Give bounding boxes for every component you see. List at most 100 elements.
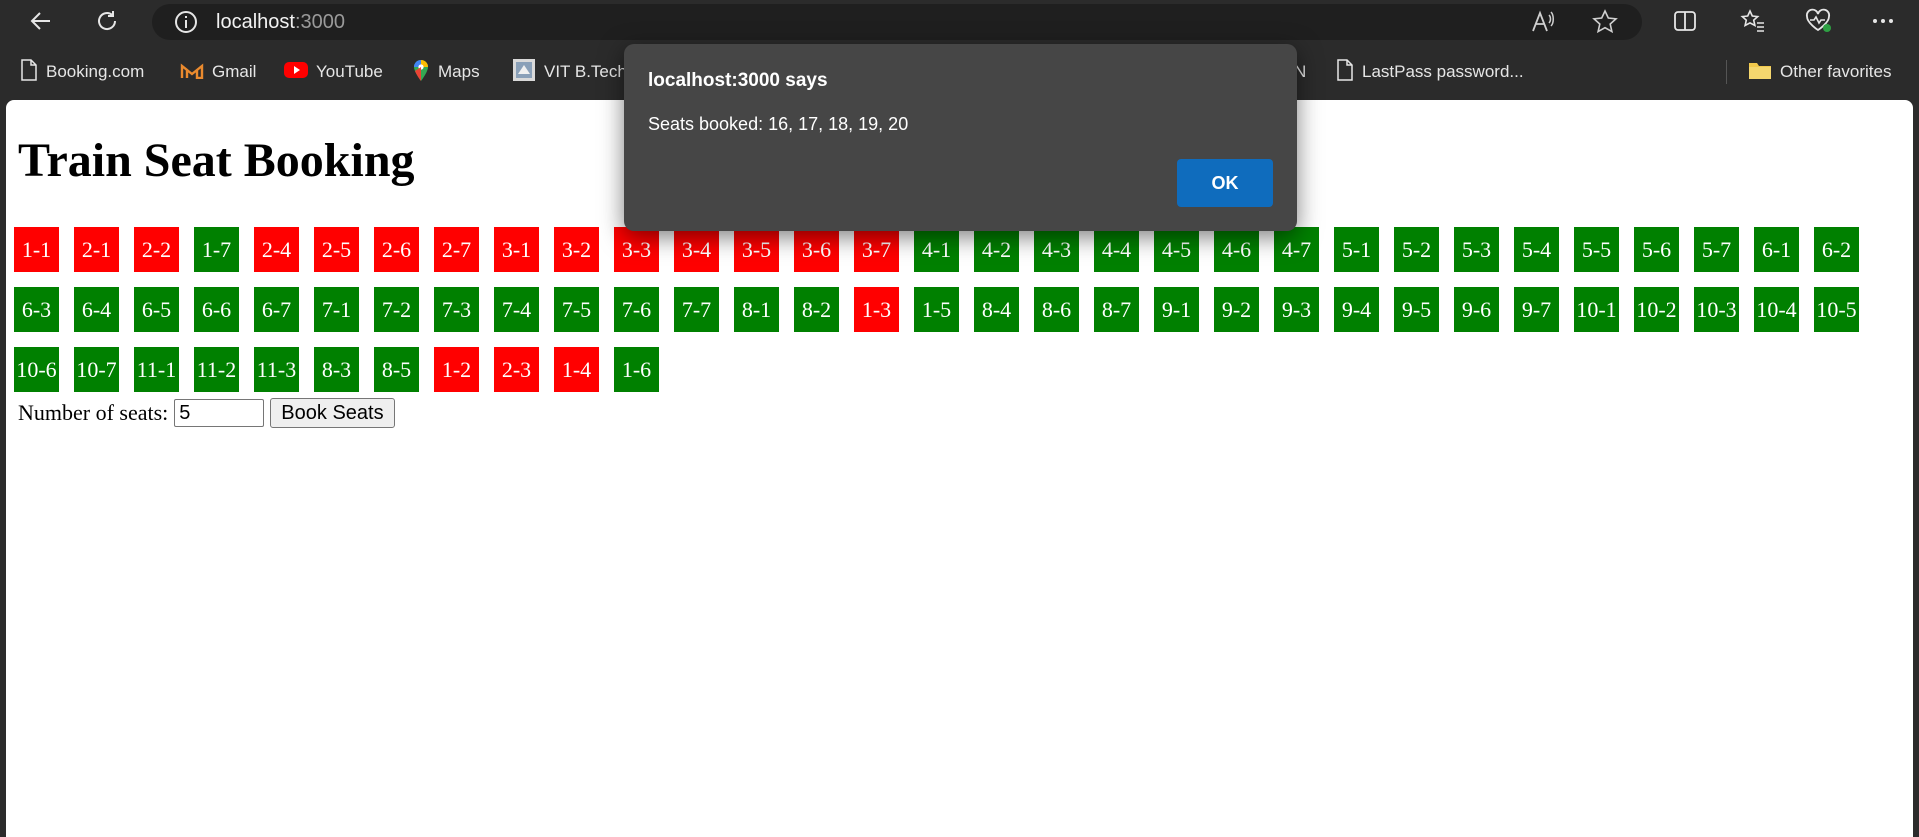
seat-8-7[interactable]: 8-7 xyxy=(1094,287,1139,332)
seat-7-2[interactable]: 7-2 xyxy=(374,287,419,332)
seat-1-5[interactable]: 1-5 xyxy=(914,287,959,332)
seat-8-4[interactable]: 8-4 xyxy=(974,287,1019,332)
seat-2-5[interactable]: 2-5 xyxy=(314,227,359,272)
dialog-message: Seats booked: 16, 17, 18, 19, 20 xyxy=(648,114,909,134)
seat-3-4[interactable]: 3-4 xyxy=(674,227,719,272)
favorite-vit[interactable]: VIT B.Tech xyxy=(512,58,627,87)
seat-5-5[interactable]: 5-5 xyxy=(1574,227,1619,272)
seat-9-5[interactable]: 9-5 xyxy=(1394,287,1439,332)
seat-9-2[interactable]: 9-2 xyxy=(1214,287,1259,332)
seat-4-7[interactable]: 4-7 xyxy=(1274,227,1319,272)
seat-8-1[interactable]: 8-1 xyxy=(734,287,779,332)
seat-10-4[interactable]: 10-4 xyxy=(1754,287,1799,332)
seat-5-2[interactable]: 5-2 xyxy=(1394,227,1439,272)
site-info-icon[interactable] xyxy=(174,10,198,34)
seat-3-2[interactable]: 3-2 xyxy=(554,227,599,272)
favorite-label: LastPass password... xyxy=(1362,62,1524,81)
seat-3-5[interactable]: 3-5 xyxy=(734,227,779,272)
seat-3-1[interactable]: 3-1 xyxy=(494,227,539,272)
seat-1-2[interactable]: 1-2 xyxy=(434,347,479,392)
seat-7-7[interactable]: 7-7 xyxy=(674,287,719,332)
seat-3-6[interactable]: 3-6 xyxy=(794,227,839,272)
seat-2-1[interactable]: 2-1 xyxy=(74,227,119,272)
seat-5-6[interactable]: 5-6 xyxy=(1634,227,1679,272)
seat-10-2[interactable]: 10-2 xyxy=(1634,287,1679,332)
seat-6-6[interactable]: 6-6 xyxy=(194,287,239,332)
seat-7-6[interactable]: 7-6 xyxy=(614,287,659,332)
dialog-ok-button[interactable]: OK xyxy=(1177,159,1273,207)
seat-4-5[interactable]: 4-5 xyxy=(1154,227,1199,272)
seat-11-1[interactable]: 11-1 xyxy=(134,347,179,392)
maps-icon xyxy=(412,58,430,87)
seat-8-2[interactable]: 8-2 xyxy=(794,287,839,332)
seat-10-7[interactable]: 10-7 xyxy=(74,347,119,392)
youtube-icon xyxy=(284,61,308,84)
seat-6-7[interactable]: 6-7 xyxy=(254,287,299,332)
seat-4-1[interactable]: 4-1 xyxy=(914,227,959,272)
seat-4-2[interactable]: 4-2 xyxy=(974,227,1019,272)
seat-2-4[interactable]: 2-4 xyxy=(254,227,299,272)
seat-1-6[interactable]: 1-6 xyxy=(614,347,659,392)
seat-5-1[interactable]: 5-1 xyxy=(1334,227,1379,272)
seat-7-3[interactable]: 7-3 xyxy=(434,287,479,332)
seat-7-4[interactable]: 7-4 xyxy=(494,287,539,332)
seat-6-5[interactable]: 6-5 xyxy=(134,287,179,332)
seat-2-3[interactable]: 2-3 xyxy=(494,347,539,392)
seat-6-3[interactable]: 6-3 xyxy=(14,287,59,332)
address-bar[interactable]: localhost:3000 xyxy=(152,4,1642,40)
seat-7-5[interactable]: 7-5 xyxy=(554,287,599,332)
favorite-gmail[interactable]: Gmail xyxy=(180,60,256,84)
seat-9-4[interactable]: 9-4 xyxy=(1334,287,1379,332)
seat-5-7[interactable]: 5-7 xyxy=(1694,227,1739,272)
favorites-icon[interactable] xyxy=(1736,4,1770,38)
favorite-maps[interactable]: Maps xyxy=(412,58,480,87)
url-host: localhost xyxy=(216,10,295,33)
browser-essentials-icon[interactable] xyxy=(1801,4,1835,38)
seat-4-4[interactable]: 4-4 xyxy=(1094,227,1139,272)
seat-7-1[interactable]: 7-1 xyxy=(314,287,359,332)
favorite-booking[interactable]: Booking.com xyxy=(20,58,144,84)
favorite-youtube[interactable]: YouTube xyxy=(284,60,383,84)
seat-10-1[interactable]: 10-1 xyxy=(1574,287,1619,332)
seat-9-7[interactable]: 9-7 xyxy=(1514,287,1559,332)
split-screen-icon[interactable] xyxy=(1668,4,1702,38)
seat-1-1[interactable]: 1-1 xyxy=(14,227,59,272)
seat-3-7[interactable]: 3-7 xyxy=(854,227,899,272)
seat-3-3[interactable]: 3-3 xyxy=(614,227,659,272)
seat-9-1[interactable]: 9-1 xyxy=(1154,287,1199,332)
refresh-icon[interactable] xyxy=(90,4,124,38)
more-menu-icon[interactable] xyxy=(1866,4,1900,38)
seat-8-3[interactable]: 8-3 xyxy=(314,347,359,392)
seat-5-4[interactable]: 5-4 xyxy=(1514,227,1559,272)
seat-6-1[interactable]: 6-1 xyxy=(1754,227,1799,272)
seat-11-3[interactable]: 11-3 xyxy=(254,347,299,392)
star-icon[interactable] xyxy=(1592,4,1618,40)
seat-10-6[interactable]: 10-6 xyxy=(14,347,59,392)
seat-1-4[interactable]: 1-4 xyxy=(554,347,599,392)
seat-2-7[interactable]: 2-7 xyxy=(434,227,479,272)
url-port: :3000 xyxy=(294,10,345,33)
seat-6-4[interactable]: 6-4 xyxy=(74,287,119,332)
seat-1-7[interactable]: 1-7 xyxy=(194,227,239,272)
favorite-lastpass[interactable]: LastPass password... xyxy=(1336,58,1524,84)
other-favorites[interactable]: Other favorites xyxy=(1748,60,1892,84)
alert-dialog: localhost:3000 says Seats booked: 16, 17… xyxy=(624,44,1297,231)
back-arrow-icon[interactable] xyxy=(24,4,58,38)
seat-8-6[interactable]: 8-6 xyxy=(1034,287,1079,332)
seat-8-5[interactable]: 8-5 xyxy=(374,347,419,392)
page-title: Train Seat Booking xyxy=(18,134,415,187)
seat-5-3[interactable]: 5-3 xyxy=(1454,227,1499,272)
seat-11-2[interactable]: 11-2 xyxy=(194,347,239,392)
seat-2-2[interactable]: 2-2 xyxy=(134,227,179,272)
seat-4-3[interactable]: 4-3 xyxy=(1034,227,1079,272)
vit-icon xyxy=(512,58,536,87)
seat-10-3[interactable]: 10-3 xyxy=(1694,287,1739,332)
seat-1-3[interactable]: 1-3 xyxy=(854,287,899,332)
seat-10-5[interactable]: 10-5 xyxy=(1814,287,1859,332)
seat-2-6[interactable]: 2-6 xyxy=(374,227,419,272)
seat-6-2[interactable]: 6-2 xyxy=(1814,227,1859,272)
read-aloud-icon[interactable] xyxy=(1530,4,1556,40)
seat-9-3[interactable]: 9-3 xyxy=(1274,287,1319,332)
seat-9-6[interactable]: 9-6 xyxy=(1454,287,1499,332)
seat-4-6[interactable]: 4-6 xyxy=(1214,227,1259,272)
